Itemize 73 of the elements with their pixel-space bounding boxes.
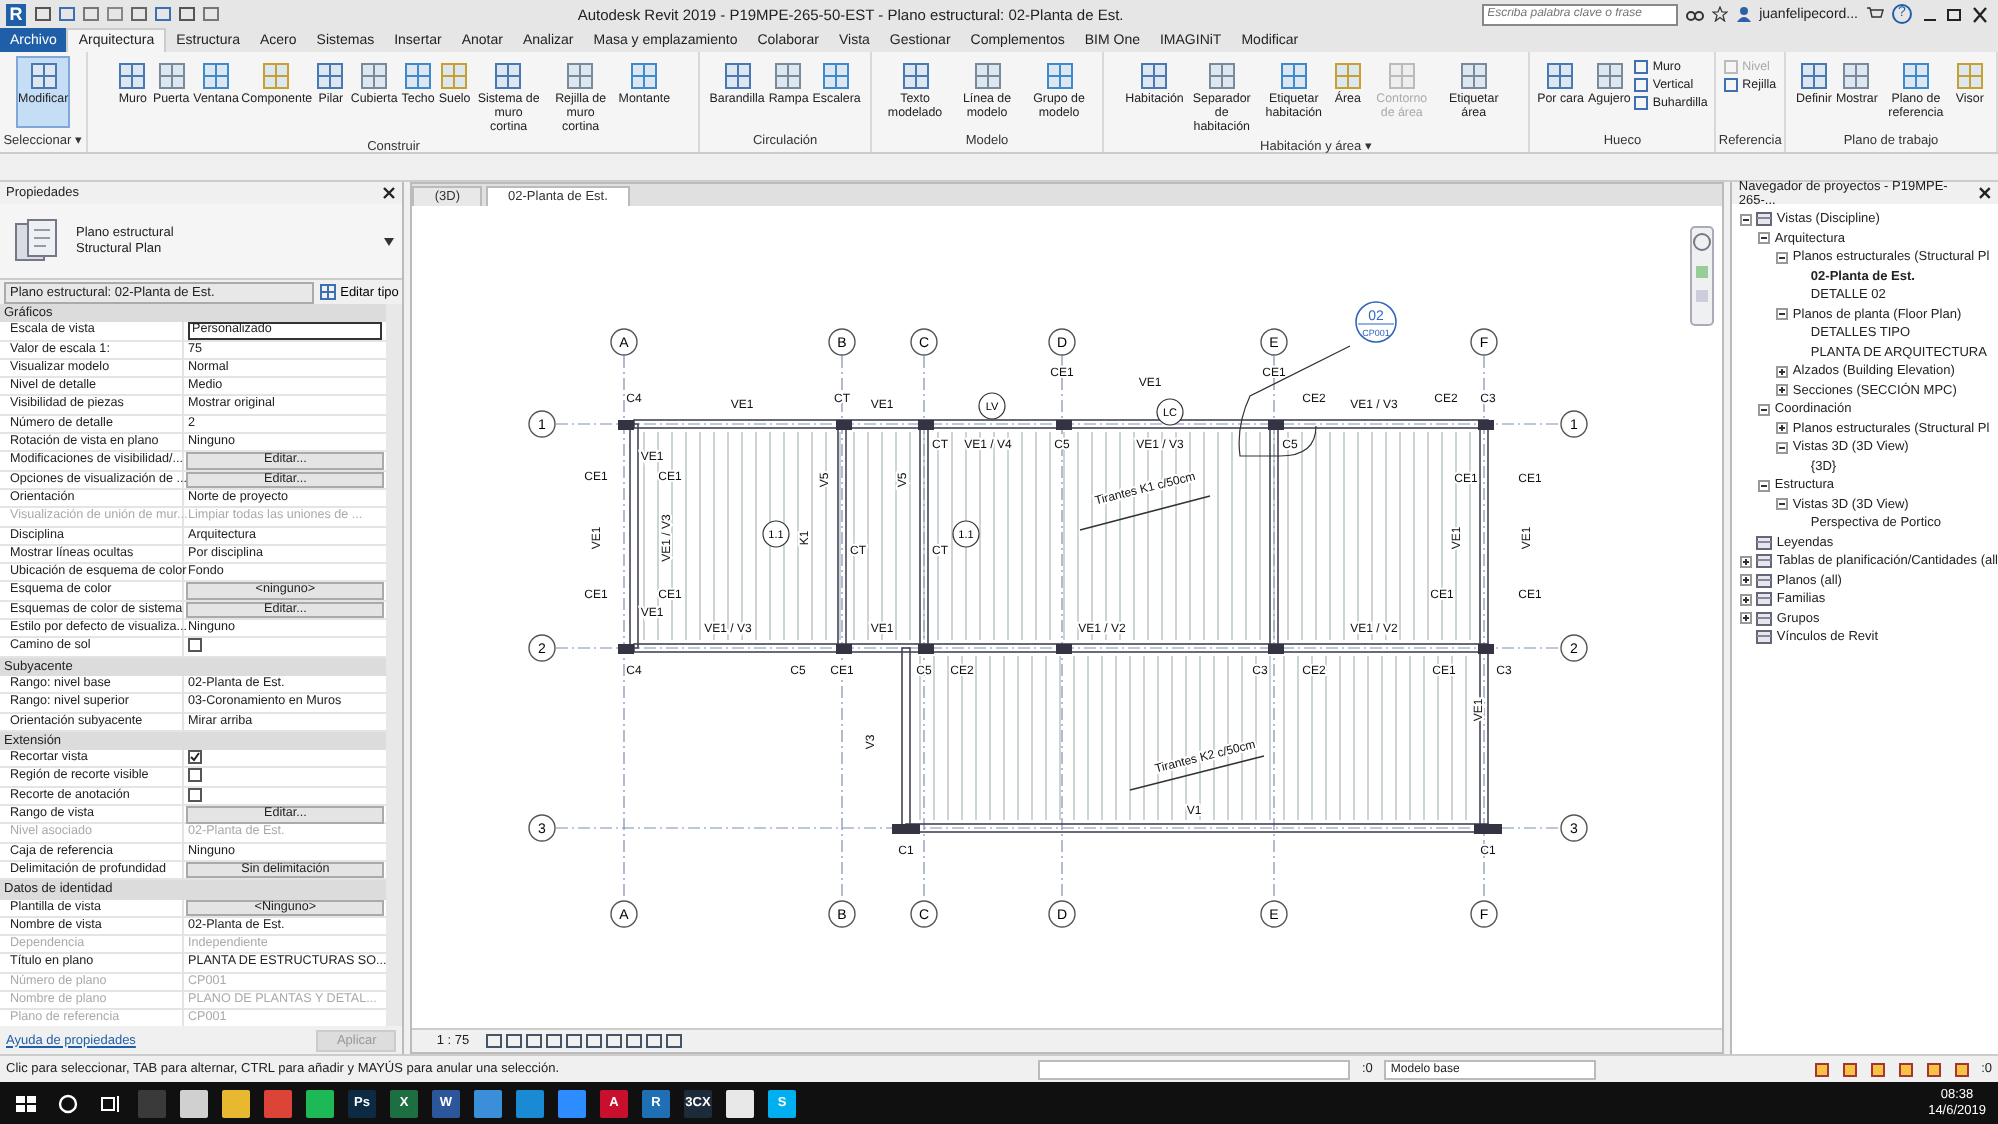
tool-icon — [1953, 60, 1986, 92]
window-controls-icon[interactable] — [1920, 5, 1992, 23]
tool-icon — [1205, 60, 1238, 92]
collapse-icon[interactable] — [1758, 479, 1771, 492]
sheet-icon — [1756, 535, 1773, 550]
cart-icon[interactable] — [1866, 6, 1884, 22]
tool-icon — [438, 60, 471, 92]
tool-icon — [628, 60, 661, 92]
taskbar-app[interactable] — [558, 1089, 586, 1117]
expand-icon[interactable] — [1776, 384, 1789, 397]
close-icon[interactable] — [1978, 186, 1992, 200]
taskbar-app[interactable] — [222, 1089, 250, 1117]
sheet-icon — [1756, 554, 1773, 569]
star-icon[interactable] — [1711, 6, 1728, 22]
tool-icon — [402, 60, 435, 92]
collapse-icon[interactable] — [1776, 308, 1789, 321]
tool-icon — [1593, 60, 1626, 92]
checkbox[interactable] — [188, 638, 202, 653]
sheet-icon — [1756, 611, 1773, 626]
checkbox[interactable] — [188, 768, 202, 783]
sheet-icon — [1756, 630, 1773, 645]
tool-icon — [1043, 60, 1076, 92]
grid-icon — [320, 284, 337, 300]
tool-icon — [155, 60, 188, 92]
app-logo[interactable]: R — [6, 3, 26, 25]
tool-icon — [899, 60, 932, 92]
collapse-icon[interactable] — [1776, 441, 1789, 454]
collapse-icon[interactable] — [1776, 498, 1789, 511]
tool-icon — [1277, 60, 1310, 92]
sheet-icon — [1756, 592, 1773, 607]
tool-icon — [116, 60, 149, 92]
collapse-icon[interactable] — [1776, 251, 1789, 264]
tool-icon — [200, 60, 233, 92]
dropdown-caret-icon[interactable] — [384, 237, 395, 245]
checkbox[interactable] — [188, 787, 202, 802]
expand-icon[interactable] — [1776, 422, 1789, 435]
tool-icon — [1331, 60, 1364, 92]
collapse-icon[interactable] — [1740, 213, 1753, 226]
tool-icon — [260, 60, 293, 92]
expand-icon[interactable] — [1740, 574, 1753, 587]
navigation-bar[interactable] — [1690, 226, 1715, 326]
taskbar-app[interactable] — [180, 1089, 208, 1117]
tool-icon — [564, 60, 597, 92]
tool-icon — [1138, 60, 1171, 92]
search-icon[interactable] — [54, 1089, 82, 1117]
collapse-icon[interactable] — [1758, 403, 1771, 416]
tool-icon — [1899, 60, 1932, 92]
sheet-icon — [1756, 212, 1773, 227]
tool-icon — [721, 60, 754, 92]
tool-icon — [358, 60, 391, 92]
tool-icon — [1840, 60, 1873, 92]
taskbar-app[interactable] — [306, 1089, 334, 1117]
expand-icon[interactable] — [1740, 612, 1753, 625]
expand-icon[interactable] — [1740, 555, 1753, 568]
tool-icon — [971, 60, 1004, 92]
collapse-icon[interactable] — [1758, 232, 1771, 245]
close-icon[interactable] — [382, 186, 397, 200]
tool-icon — [820, 60, 853, 92]
tool-icon — [1797, 60, 1830, 92]
expand-icon[interactable] — [1776, 365, 1789, 378]
binoculars-icon[interactable] — [1685, 6, 1704, 22]
tool-icon — [27, 60, 60, 92]
sheet-icon — [1756, 573, 1773, 588]
taskbar-app[interactable] — [726, 1089, 754, 1117]
tool-icon — [492, 60, 525, 92]
tool-icon — [314, 60, 347, 92]
expand-icon[interactable] — [1740, 593, 1753, 606]
tool-icon — [1385, 60, 1418, 92]
tool-icon — [772, 60, 805, 92]
checkbox[interactable] — [188, 750, 202, 765]
user-icon[interactable] — [1735, 6, 1752, 22]
tool-icon — [1544, 60, 1577, 92]
tool-icon — [1457, 60, 1490, 92]
